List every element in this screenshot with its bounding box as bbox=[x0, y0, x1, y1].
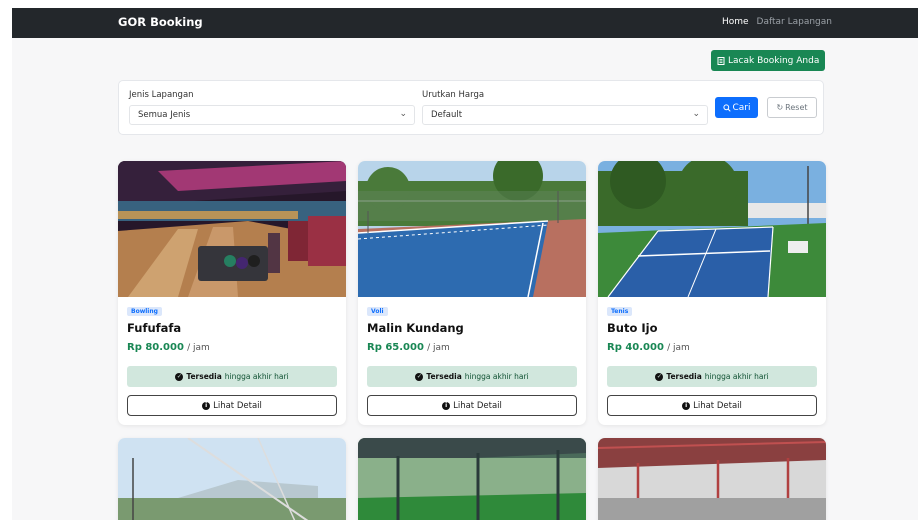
court-name: Malin Kundang bbox=[367, 321, 464, 335]
track-booking-button[interactable]: Lacak Booking Anda bbox=[711, 50, 826, 71]
info-circle-icon: i bbox=[442, 401, 451, 410]
court-card: Bowling Fufufafa Rp 80.000 / jam ✓ Terse… bbox=[118, 161, 346, 425]
price-sort-label: Urutkan Harga bbox=[422, 90, 485, 100]
field-type-label: Jenis Lapangan bbox=[129, 90, 194, 100]
navbar: GOR Booking Home Daftar Lapangan bbox=[12, 8, 918, 38]
price-amount: Rp 65.000 bbox=[367, 342, 424, 353]
court-card bbox=[598, 438, 826, 520]
view-detail-label: Lihat Detail bbox=[693, 400, 742, 411]
brand-logo[interactable]: GOR Booking bbox=[118, 15, 203, 29]
availability-status: Tersedia bbox=[666, 372, 702, 381]
price-sort-select[interactable]: Default ⌄ bbox=[422, 105, 708, 125]
price-unit: / jam bbox=[427, 343, 450, 353]
availability-suffix: hingga akhir hari bbox=[464, 372, 529, 381]
availability-status: Tersedia bbox=[426, 372, 462, 381]
reset-icon: ↻ bbox=[776, 103, 784, 112]
search-label: Cari bbox=[732, 102, 751, 113]
court-name: Buto Ijo bbox=[607, 321, 658, 335]
court-image-indoor bbox=[598, 438, 826, 520]
reset-button[interactable]: ↻ Reset bbox=[767, 97, 817, 118]
filter-card: Jenis Lapangan Semua Jenis ⌄ Urutkan Har… bbox=[118, 80, 824, 135]
view-detail-button[interactable]: i Lihat Detail bbox=[367, 395, 577, 416]
court-card bbox=[118, 438, 346, 520]
price-sort-value: Default bbox=[431, 110, 463, 120]
chevron-down-icon: ⌄ bbox=[399, 109, 407, 119]
field-type-value: Semua Jenis bbox=[138, 110, 191, 120]
price-unit: / jam bbox=[667, 343, 690, 353]
category-badge: Tenis bbox=[607, 307, 633, 316]
info-circle-icon: i bbox=[202, 401, 211, 410]
top-strip bbox=[0, 0, 918, 8]
info-circle-icon: i bbox=[682, 401, 691, 410]
view-detail-label: Lihat Detail bbox=[453, 400, 502, 411]
court-card: Tenis Buto Ijo Rp 40.000 / jam ✓ Tersedi… bbox=[598, 161, 826, 425]
view-detail-button[interactable]: i Lihat Detail bbox=[607, 395, 817, 416]
court-price: Rp 65.000 / jam bbox=[367, 342, 450, 353]
availability-suffix: hingga akhir hari bbox=[704, 372, 769, 381]
price-amount: Rp 40.000 bbox=[607, 342, 664, 353]
main-content: Lacak Booking Anda Jenis Lapangan Semua … bbox=[12, 38, 918, 520]
view-detail-label: Lihat Detail bbox=[213, 400, 262, 411]
journal-icon bbox=[717, 56, 725, 65]
check-circle-icon: ✓ bbox=[175, 372, 184, 381]
chevron-down-icon: ⌄ bbox=[692, 109, 700, 119]
court-image-tenis bbox=[598, 161, 826, 297]
nav-links: Home Daftar Lapangan bbox=[722, 17, 832, 27]
check-circle-icon: ✓ bbox=[655, 372, 664, 381]
court-image-futsal bbox=[118, 438, 346, 520]
price-amount: Rp 80.000 bbox=[127, 342, 184, 353]
search-button[interactable]: Cari bbox=[715, 97, 758, 118]
track-booking-label: Lacak Booking Anda bbox=[728, 55, 820, 66]
court-name: Fufufafa bbox=[127, 321, 182, 335]
nav-home[interactable]: Home bbox=[722, 17, 749, 27]
category-badge: Bowling bbox=[127, 307, 162, 316]
court-card bbox=[358, 438, 586, 520]
reset-label: Reset bbox=[785, 103, 808, 112]
court-price: Rp 80.000 / jam bbox=[127, 342, 210, 353]
category-badge: Voli bbox=[367, 307, 388, 316]
check-circle-icon: ✓ bbox=[415, 372, 424, 381]
court-image-bowling bbox=[118, 161, 346, 297]
court-card: Voli Malin Kundang Rp 65.000 / jam ✓ Ter… bbox=[358, 161, 586, 425]
view-detail-button[interactable]: i Lihat Detail bbox=[127, 395, 337, 416]
availability-suffix: hingga akhir hari bbox=[224, 372, 289, 381]
availability-badge: ✓ Tersedia hingga akhir hari bbox=[127, 366, 337, 387]
availability-badge: ✓ Tersedia hingga akhir hari bbox=[607, 366, 817, 387]
court-price: Rp 40.000 / jam bbox=[607, 342, 690, 353]
price-unit: / jam bbox=[187, 343, 210, 353]
search-icon bbox=[722, 103, 731, 112]
availability-status: Tersedia bbox=[186, 372, 222, 381]
court-image-mini-soccer bbox=[358, 438, 586, 520]
availability-badge: ✓ Tersedia hingga akhir hari bbox=[367, 366, 577, 387]
court-image-voli bbox=[358, 161, 586, 297]
nav-daftar-lapangan[interactable]: Daftar Lapangan bbox=[757, 17, 832, 27]
field-type-select[interactable]: Semua Jenis ⌄ bbox=[129, 105, 415, 125]
